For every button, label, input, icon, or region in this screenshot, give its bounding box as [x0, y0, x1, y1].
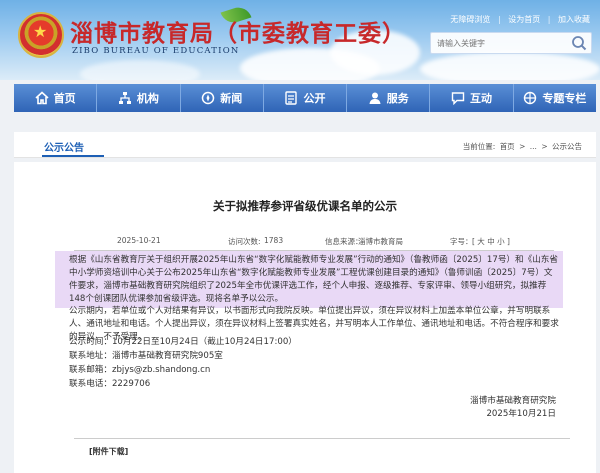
- breadcrumb: 当前位置: 首页 > ... > 公示公告: [461, 141, 582, 152]
- search-icon[interactable]: [569, 34, 589, 52]
- search-box: [430, 32, 592, 54]
- contact-email: 联系邮箱：zbjys@zb.shandong.cn: [69, 365, 211, 375]
- breadcrumb-home[interactable]: 首页: [500, 142, 515, 151]
- nav-label: 公开: [303, 92, 326, 105]
- views-count: 1783: [264, 236, 284, 245]
- nav-label: 机构: [136, 92, 159, 105]
- section-header: 公示公告 当前位置: 首页 > ... > 公示公告: [14, 132, 596, 158]
- link-separator: |: [497, 15, 501, 24]
- main-nav: 首页 机构 新闻 公开 服务 互动 专题专栏: [14, 84, 596, 112]
- article-date: 2025-10-21: [117, 236, 161, 245]
- set-homepage-link[interactable]: 设为首页: [508, 15, 540, 24]
- national-emblem-icon: ★: [18, 12, 64, 58]
- header-cloud: [80, 60, 200, 80]
- views-label: 访问次数:: [228, 237, 261, 246]
- breadcrumb-ellipsis[interactable]: ...: [530, 142, 537, 151]
- highlighted-paragraph: 根据《山东省教育厅关于组织开展2025年山东省“数字化赋能教师专业发展”行动的通…: [55, 251, 563, 308]
- nav-item-disclosure[interactable]: 公开: [264, 84, 348, 112]
- nav-item-organization[interactable]: 机构: [97, 84, 181, 112]
- source-label: 信息来源：: [325, 237, 363, 246]
- interaction-icon: [451, 91, 465, 105]
- organization-icon: [118, 91, 132, 105]
- attachment-download-link[interactable]: [附件下载]: [89, 446, 128, 457]
- nav-label: 新闻: [220, 92, 243, 105]
- signature-date: 2025年10月21日: [486, 409, 556, 419]
- breadcrumb-separator: >: [519, 142, 526, 151]
- contact-address: 联系地址：淄博市基础教育研究院905室: [69, 351, 223, 361]
- breadcrumb-prefix: 当前位置:: [462, 142, 496, 151]
- topics-icon: [523, 91, 537, 105]
- nav-item-service[interactable]: 服务: [347, 84, 431, 112]
- link-separator: |: [547, 15, 551, 24]
- signature-org: 淄博市基础教育研究院: [470, 396, 556, 406]
- home-icon: [35, 91, 49, 105]
- disclosure-icon: [284, 91, 298, 105]
- font-size-label: 字号：: [450, 237, 473, 246]
- top-links: 无障碍浏览 | 设为首页 | 加入收藏: [445, 14, 590, 25]
- nav-label: 专题专栏: [542, 92, 587, 105]
- section-title[interactable]: 公示公告: [44, 139, 84, 154]
- divider: [74, 438, 570, 439]
- nav-label: 互动: [470, 92, 493, 105]
- nav-item-home[interactable]: 首页: [14, 84, 98, 112]
- font-size-switcher[interactable]: [ 大 中 小 ]: [472, 236, 510, 247]
- header-cloud: [420, 52, 600, 80]
- breadcrumb-current[interactable]: 公示公告: [552, 142, 582, 151]
- site-header: ★ 淄博市教育局（市委教育工委） ZIBO BUREAU OF EDUCATIO…: [0, 0, 600, 80]
- section-underline: [42, 155, 104, 157]
- nav-item-topics[interactable]: 专题专栏: [514, 84, 596, 112]
- nav-item-news[interactable]: 新闻: [181, 84, 264, 112]
- site-subtitle: ZIBO BUREAU OF EDUCATION: [72, 46, 240, 56]
- article-title: 关于拟推荐参评省级优课名单的公示: [213, 199, 397, 213]
- nav-label: 服务: [386, 92, 409, 105]
- accessibility-link[interactable]: 无障碍浏览: [450, 15, 490, 24]
- news-icon: [201, 91, 215, 105]
- search-input[interactable]: [431, 33, 569, 53]
- article-meta: 2025-10-21 访问次数: 1783 信息来源： 淄博市教育局 字号： […: [14, 236, 596, 250]
- site-title: 淄博市教育局（市委教育工委）: [70, 20, 406, 47]
- service-icon: [368, 91, 382, 105]
- contact-phone: 联系电话：2229706: [69, 379, 151, 389]
- breadcrumb-separator: >: [541, 142, 548, 151]
- source-value: 淄博市教育局: [358, 237, 403, 246]
- add-favorite-link[interactable]: 加入收藏: [558, 15, 590, 24]
- article-panel: 关于拟推荐参评省级优课名单的公示 2025-10-21 访问次数: 1783 信…: [14, 162, 596, 473]
- nav-label: 首页: [53, 92, 76, 105]
- notice-period: 公示时间：10月22日至10月24日（截止10月24日17:00）: [69, 337, 297, 347]
- nav-item-interaction[interactable]: 互动: [430, 84, 514, 112]
